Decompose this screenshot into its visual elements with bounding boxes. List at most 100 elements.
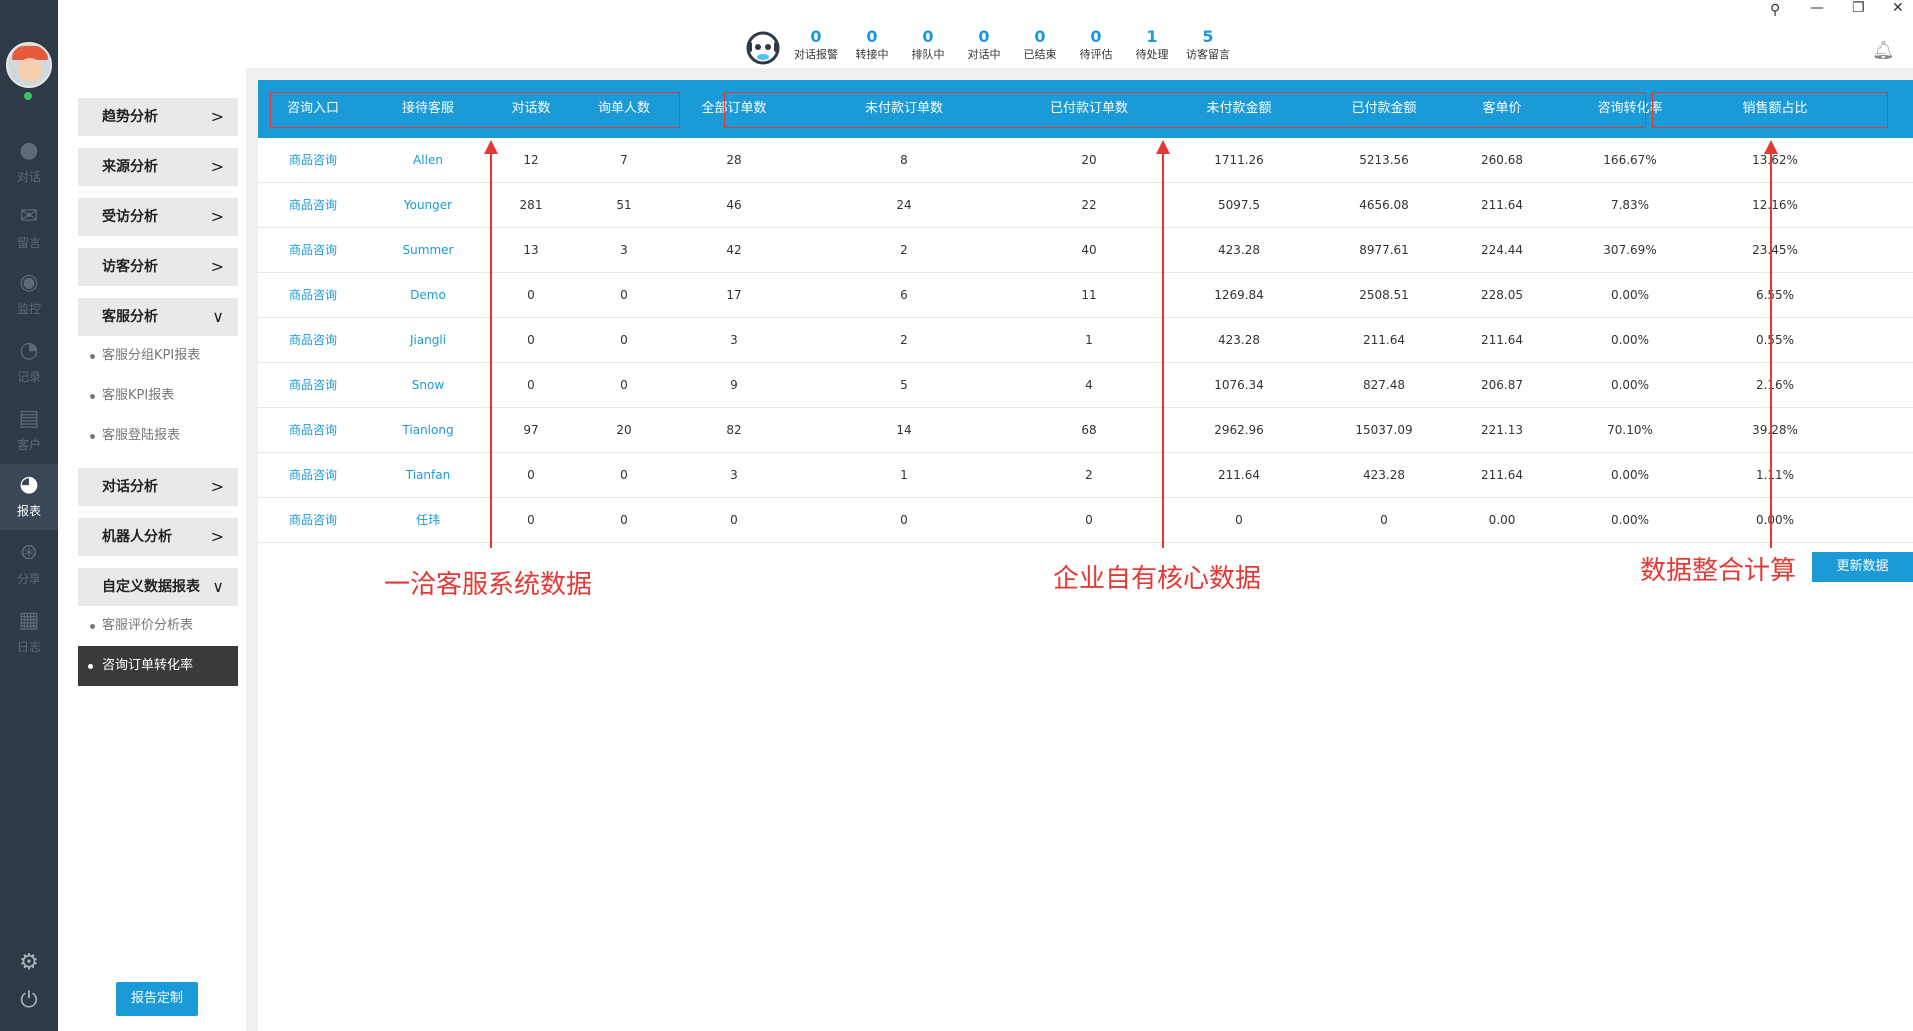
entry-link[interactable]: 商品咨询 [258,498,368,543]
rail-item-chat[interactable]: ● 对话 [0,130,58,196]
agent-link[interactable]: Tianlong [368,408,488,453]
table-row: 商品咨询 Allen 12 7 28 8 20 1711.26 5213.56 260.68 166… [258,138,1913,183]
annotation-arrow-head [1764,140,1778,154]
table-cell: 0 [620,468,628,482]
annotation-box-system [270,92,680,128]
menu-source-analysis[interactable]: 来源分析 > [78,148,238,186]
agent-link[interactable]: Jiangli [368,318,488,363]
menu-sub-kpi[interactable]: 客服KPI报表 [82,378,242,414]
rail-item-message[interactable]: ✉ 留言 [0,196,58,262]
menu-visited-analysis[interactable]: 受访分析 > [78,198,238,236]
rail-item-monitor[interactable]: ◉ 监控 [0,262,58,328]
table-cell: 22 [1081,198,1097,212]
table-cell: 1.11% [1755,468,1795,482]
table-cell: 0.00% [1755,513,1795,527]
chevron-right-icon: > [210,207,224,226]
rail-label: 对话 [16,170,41,184]
user-avatar[interactable] [6,42,52,88]
menu-sub-label: 客服KPI报表 [102,388,175,403]
table-cell: 15037.09 [1355,423,1413,437]
menu-robot-analysis[interactable]: 机器人分析 > [78,518,238,556]
close-icon[interactable]: ✕ [1892,0,1904,16]
settings-gear-icon[interactable]: ⚙ [0,950,58,975]
stat-visitor-messages[interactable]: 5 访客留言 [1180,26,1236,68]
pin-icon[interactable]: ⚲ [1770,2,1780,18]
stat-to-evaluate[interactable]: 0 待评估 [1068,26,1124,68]
contact-card-icon: ▤ [18,406,40,431]
table-cell: 0 [527,468,535,482]
rail-item-logs[interactable]: ▦ 日志 [0,600,58,666]
menu-dialog-analysis[interactable]: 对话分析 > [78,468,238,506]
table-cell: 307.69% [1603,243,1657,257]
table-cell: 20 [1081,153,1097,167]
stat-label: 对话报警 [794,48,838,61]
annotation-box-enterprise [724,92,1646,128]
stat-label: 已结束 [1023,48,1057,61]
entry-link[interactable]: 商品咨询 [258,363,368,408]
menu-custom-report[interactable]: 自定义数据报表 ∨ [78,568,238,606]
chat-bubble-icon: ● [19,138,39,163]
agent-link[interactable]: Tianfan [368,453,488,498]
stat-in-chat[interactable]: 0 对话中 [956,26,1012,68]
rail-label: 报表 [16,504,41,518]
bell-icon[interactable]: 🔔︎ [1872,40,1895,61]
update-data-button[interactable]: 更新数据 [1812,552,1913,582]
table-cell: 0.00% [1610,468,1650,482]
rail-item-share[interactable]: ⊛ 分享 [0,532,58,598]
entry-link[interactable]: 商品咨询 [258,138,368,183]
online-status-dot [22,90,34,102]
menu-visitor-analysis[interactable]: 访客分析 > [78,248,238,286]
table-cell: 11 [1081,288,1097,302]
table-cell: 20 [616,423,632,437]
table-cell: 2.16% [1755,378,1795,392]
rail-item-records[interactable]: ◔ 记录 [0,330,58,396]
menu-sub-evaluation[interactable]: 客服评价分析表 [82,608,242,644]
entry-link[interactable]: 商品咨询 [258,183,368,228]
table-cell: 423.28 [1218,333,1260,347]
mail-icon: ✉ [19,204,39,229]
menu-sub-login[interactable]: 客服登陆报表 [82,418,242,454]
menu-sub-group-kpi[interactable]: 客服分组KPI报表 [82,338,242,374]
agent-link[interactable]: 任玮 [368,498,488,543]
table-cell: 166.67% [1603,153,1657,167]
table-cell: 68 [1081,423,1097,437]
stat-pending[interactable]: 1 待处理 [1124,26,1180,68]
agent-link[interactable]: Younger [368,183,488,228]
stat-alarm[interactable]: 0 对话报警 [788,26,844,68]
table-cell: 0 [1380,513,1388,527]
table-cell: 1 [900,468,908,482]
chevron-right-icon: > [210,527,224,546]
table-cell: 5213.56 [1359,153,1409,167]
table-cell: 1 [1085,333,1093,347]
stat-label: 待评估 [1079,48,1113,61]
agent-link[interactable]: Summer [368,228,488,273]
restore-icon[interactable]: ❐ [1852,0,1865,16]
agent-link[interactable]: Demo [368,273,488,318]
menu-sub-order-conversion[interactable]: 咨询订单转化率 [78,646,238,686]
stat-queuing[interactable]: 0 排队中 [900,26,956,68]
power-icon[interactable]: ⏻ [0,988,58,1013]
rail-item-customers[interactable]: ▤ 客户 [0,398,58,464]
entry-link[interactable]: 商品咨询 [258,273,368,318]
table-cell: 0 [527,513,535,527]
stat-transferring[interactable]: 0 转接中 [844,26,900,68]
agent-link[interactable]: Snow [368,363,488,408]
stat-label: 待处理 [1135,48,1169,61]
entry-link[interactable]: 商品咨询 [258,318,368,363]
report-custom-button[interactable]: 报告定制 [116,982,198,1016]
entry-link[interactable]: 商品咨询 [258,453,368,498]
entry-link[interactable]: 商品咨询 [258,228,368,273]
table-cell: 211.64 [1481,333,1523,347]
rail-item-reports[interactable]: ◕ 报表 [0,464,58,530]
entry-link[interactable]: 商品咨询 [258,408,368,453]
minimize-icon[interactable]: — [1810,0,1824,16]
agent-link[interactable]: Allen [368,138,488,183]
mascot-logo-icon [746,31,780,65]
menu-service-analysis[interactable]: 客服分析 ∨ [78,298,238,336]
table-cell: 12.16% [1752,198,1798,212]
rail-label: 分享 [16,572,41,586]
chevron-down-icon: ∨ [212,307,224,326]
menu-trend-analysis[interactable]: 趋势分析 > [78,98,238,136]
annotation-arrow [1162,152,1164,548]
stat-ended[interactable]: 0 已结束 [1012,26,1068,68]
